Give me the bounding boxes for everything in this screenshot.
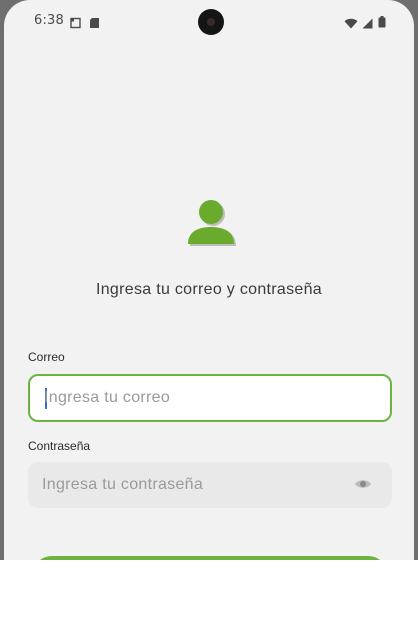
device-frame: 6:38 Ingresa tu correo y contraseña Corr… <box>0 0 418 560</box>
eye-icon[interactable] <box>354 477 372 491</box>
sim-notification-icon <box>89 14 100 33</box>
email-field[interactable] <box>28 374 392 422</box>
email-label: Correo <box>28 350 65 364</box>
password-label: Contraseña <box>28 439 91 453</box>
screenshot-notification-icon <box>70 14 82 33</box>
password-field[interactable] <box>28 462 392 508</box>
front-camera <box>198 9 224 35</box>
signal-icon <box>362 14 373 33</box>
app-screen: 6:38 Ingresa tu correo y contraseña Corr… <box>4 0 414 560</box>
status-time: 6:38 <box>34 13 64 28</box>
status-bar: 6:38 <box>4 0 414 42</box>
email-input[interactable] <box>44 376 344 420</box>
login-heading: Ingresa tu correo y contraseña <box>95 281 322 298</box>
user-avatar-icon <box>186 198 236 248</box>
login-button[interactable] <box>32 556 388 560</box>
wifi-icon <box>344 14 358 33</box>
battery-icon <box>378 13 386 32</box>
password-input[interactable] <box>42 462 342 508</box>
